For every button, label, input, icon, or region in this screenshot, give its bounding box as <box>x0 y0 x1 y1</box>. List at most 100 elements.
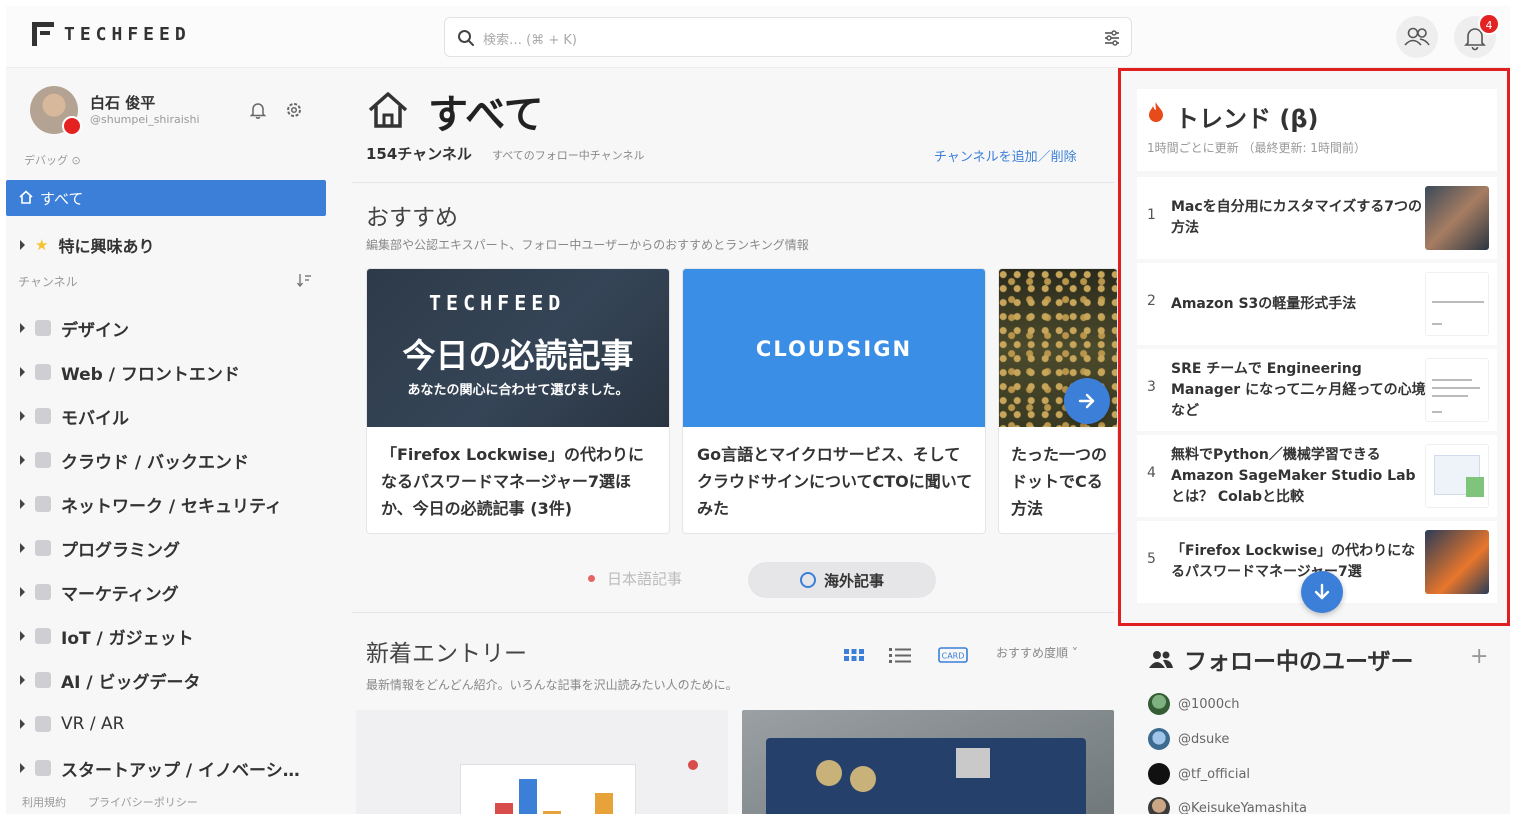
image-bar <box>519 779 537 814</box>
caret-right-icon <box>20 543 25 553</box>
users-button[interactable] <box>1396 16 1438 58</box>
card-title: 「Firefox Lockwise」の代わりになるパスワードマネージャー7選ほか… <box>381 445 644 518</box>
sidebar-item-network-security[interactable]: ネットワーク / セキュリティ <box>20 482 336 526</box>
user-handle: @tf_official <box>1178 766 1251 782</box>
filter-icon[interactable] <box>1103 29 1121 47</box>
sidebar-item-mobile[interactable]: モバイル <box>20 394 336 438</box>
code-icon <box>35 540 51 556</box>
privacy-link[interactable]: プライバシーポリシー <box>88 794 198 810</box>
image-bar <box>495 803 513 814</box>
card-thumbnail: TECHFEED 今日の必読記事 あなたの関心に合わせて選びました。 <box>367 269 669 427</box>
recommended-card[interactable]: CLOUDSIGN Go言語とマイクロサービス、そしてクラウドサインについてCT… <box>682 268 986 534</box>
sort-icon[interactable] <box>296 272 312 288</box>
add-channel-link[interactable]: チャンネルを追加／削除 <box>934 146 1077 165</box>
text-line <box>1432 387 1480 389</box>
techfeed-logo[interactable]: TECHFEED <box>32 22 191 46</box>
trend-title: Amazon S3の軽量形式手法 <box>1171 295 1357 312</box>
users-icon <box>1404 27 1430 46</box>
terms-link[interactable]: 利用規約 <box>22 794 66 810</box>
notification-badge: 4 <box>1478 13 1500 35</box>
footer-links: 利用規約 プライバシーポリシー <box>22 794 198 810</box>
followed-user[interactable]: @dsuke <box>1148 727 1229 751</box>
sort-dropdown[interactable]: おすすめ度順 ˅ <box>996 644 1078 661</box>
tab-overseas-articles[interactable]: 海外記事 <box>748 562 936 598</box>
trend-subtitle: 1時間ごとに更新 （最終更新: 1時間前） <box>1147 141 1366 155</box>
sidebar-item-web-frontend[interactable]: Web / フロントエンド <box>20 350 336 394</box>
search-input[interactable]: 検索… (⌘ + K) <box>444 17 1132 57</box>
caret-right-icon <box>20 455 25 465</box>
page-title: すべて <box>428 92 544 138</box>
followed-user[interactable]: @1000ch <box>1148 692 1239 716</box>
avatar <box>1148 693 1170 715</box>
sidebar-item-label: ネットワーク / セキュリティ <box>61 496 283 517</box>
sidebar-item-label: プログラミング <box>61 540 180 561</box>
trend-rank: 3 <box>1147 379 1156 395</box>
sidebar-item-label: すべて <box>40 190 84 208</box>
caret-right-icon <box>20 367 25 377</box>
entry-card[interactable] <box>356 710 728 814</box>
grid-view-icon[interactable] <box>842 646 866 664</box>
globe-icon <box>799 572 816 588</box>
image-panel <box>1466 477 1484 497</box>
gear-icon[interactable] <box>284 100 304 120</box>
sidebar-item-favorites[interactable]: ★ 特に興味あり <box>20 232 154 258</box>
scroll-down-button[interactable] <box>1301 571 1343 613</box>
sidebar-item-marketing[interactable]: マーケティング <box>20 570 336 614</box>
avatar[interactable] <box>30 86 82 136</box>
sidebar-item-label: VR / AR <box>61 714 125 734</box>
sidebar-item-label: デザイン <box>61 320 129 341</box>
image-part <box>956 748 990 778</box>
text-line <box>1432 395 1468 397</box>
sidebar-item-design[interactable]: デザイン <box>20 306 336 350</box>
followed-user[interactable]: @tf_official <box>1148 762 1250 786</box>
top-bar: TECHFEED 検索… (⌘ + K) 4 <box>6 6 1510 68</box>
user-name[interactable]: 白石 俊平 <box>90 92 155 113</box>
tab-label: 海外記事 <box>823 571 884 590</box>
trend-thumbnail <box>1425 444 1489 508</box>
cloudsign-logo: CLOUDSIGN <box>755 337 913 361</box>
entry-card[interactable] <box>742 710 1114 814</box>
trend-item[interactable]: 1 Macを自分用にカスタマイズする7つの方法 <box>1137 177 1497 259</box>
sidebar-item-label: スタートアップ / イノベーシ… <box>61 760 300 781</box>
sidebar-item-startup[interactable]: スタートアップ / イノベーシ… <box>20 746 336 790</box>
followed-user[interactable]: @KeisukeYamashita <box>1148 796 1307 814</box>
home-icon <box>19 190 33 204</box>
sidebar-item-ai-bigdata[interactable]: AI / ビッグデータ <box>20 658 336 702</box>
trend-thumbnail <box>1425 186 1489 250</box>
list-view-icon[interactable] <box>888 646 912 664</box>
card-logo: TECHFEED <box>429 291 566 315</box>
card-headline: 今日の必読記事 <box>402 336 634 375</box>
tab-japanese-articles[interactable]: 日本語記事 <box>588 568 682 589</box>
entry-image <box>460 764 636 814</box>
recommended-title: おすすめ <box>366 205 458 231</box>
bell-icon[interactable] <box>248 100 268 120</box>
trend-item[interactable]: 2 Amazon S3の軽量形式手法 <box>1137 263 1497 345</box>
caret-right-icon <box>20 763 25 773</box>
following-users-title: フォロー中のユーザー <box>1148 642 1414 676</box>
target-icon <box>35 584 51 600</box>
sidebar-item-all[interactable]: すべて <box>6 180 326 216</box>
channels-heading: チャンネル <box>18 275 78 289</box>
sidebar-item-programming[interactable]: プログラミング <box>20 526 336 570</box>
debug-label[interactable]: デバッグ ⊙ <box>24 152 81 168</box>
divider <box>352 182 1114 183</box>
logo-text: TECHFEED <box>64 23 191 45</box>
notifications-button[interactable]: 4 <box>1454 13 1500 58</box>
card-title: Go言語とマイクロサービス、そしてクラウドサインについてCTOに聞いてみた <box>697 445 973 518</box>
trend-item[interactable]: 4 無料でPython／機械学習できる Amazon SageMaker Stu… <box>1137 435 1497 517</box>
card-thumbnail: CLOUDSIGN <box>683 269 985 427</box>
add-user-button[interactable]: + <box>1470 644 1488 669</box>
card-view-icon[interactable]: CARD <box>938 646 968 664</box>
trend-thumbnail <box>1425 272 1489 336</box>
caret-right-icon <box>20 499 25 509</box>
trend-item[interactable]: 3 SRE チームで Engineering Manager になって二ヶ月経っ… <box>1137 349 1497 431</box>
recommended-card[interactable]: TECHFEED 今日の必読記事 あなたの関心に合わせて選びました。 「Fire… <box>366 268 670 534</box>
main-content: すべて 154チャンネル すべてのフォロー中チャンネル チャンネルを追加／削除 … <box>352 68 1118 814</box>
sidebar-item-vr-ar[interactable]: VR / AR <box>20 702 336 746</box>
sidebar-item-iot-gadget[interactable]: IoT / ガジェット <box>20 614 336 658</box>
carousel-next-button[interactable] <box>1064 378 1110 424</box>
right-column: トレンド (β) 1時間ごとに更新 （最終更新: 1時間前） 1 Macを自分用… <box>1118 68 1510 814</box>
avatar-badge <box>62 116 82 136</box>
sidebar-item-cloud-backend[interactable]: クラウド / バックエンド <box>20 438 336 482</box>
sidebar: 白石 俊平 @shumpei_shiraishi デバッグ ⊙ すべて ★ 特に… <box>6 68 336 814</box>
